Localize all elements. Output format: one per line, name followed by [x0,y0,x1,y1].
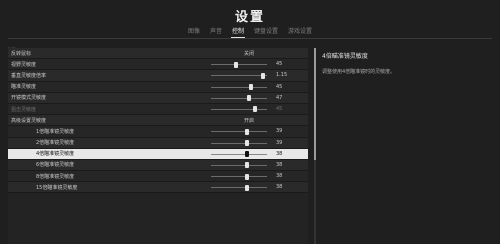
setting-value: 1.15 [276,72,288,79]
slider-handle[interactable] [244,184,249,191]
setting-value: 47 [276,94,283,101]
slider-track[interactable] [211,128,267,135]
setting-label: 6倍瞄准镜灵敏度 [36,162,75,169]
setting-row[interactable]: 狙击灵敏度 45 [8,103,308,116]
settings-tabs: 图像 声音 控制 键盘设置 游戏设置 [0,26,500,38]
setting-row[interactable]: 4倍瞄准镜灵敏度 38 [8,148,308,160]
setting-value: 45 [276,83,283,90]
setting-row[interactable]: 瞄准灵敏度 45 [8,81,308,93]
setting-row[interactable]: 垂直灵敏度倍率 1.15 [8,70,308,82]
page-title: 设置 [234,10,265,25]
setting-label: 15倍瞄准镜灵敏度 [36,184,78,191]
slider-track[interactable] [211,61,267,68]
setting-label: 8倍瞄准镜灵敏度 [36,173,75,180]
option-selector[interactable]: 开启 [244,117,254,124]
setting-value: 45 [276,106,283,113]
setting-label: 狙击灵敏度 [11,106,37,113]
slider-track[interactable] [211,184,267,191]
setting-row[interactable]: 反转鼠标 关闭 [8,48,308,60]
setting-row[interactable]: 1倍瞄准镜灵敏度 39 [8,126,308,138]
setting-label: 瞄准灵敏度 [11,84,37,91]
setting-value: 38 [276,173,283,180]
setting-value: 38 [276,150,283,157]
slider-track[interactable] [211,72,267,79]
settings-list: 反转鼠标 关闭视野灵敏度 45 垂直灵敏度倍率 1.15 瞄准灵敏度 45 开镜模式灵敏度 47… [8,48,308,244]
setting-label: 2倍瞄准镜灵敏度 [36,140,75,147]
tab-audio[interactable]: 声音 [209,26,223,38]
slider-handle[interactable] [245,140,250,146]
slider-handle[interactable] [244,173,249,180]
slider-handle[interactable] [245,128,250,135]
tab-graphics[interactable]: 图像 [187,26,201,38]
description-text: 调整使用4倍瞄准镜时的灵敏度。 [322,69,396,75]
option-selector[interactable]: 关闭 [244,50,254,57]
slider-handle[interactable] [247,95,252,102]
setting-row[interactable]: 8倍瞄准镜灵敏度 38 [8,171,308,183]
slider-track[interactable] [211,151,267,158]
header-divider [8,38,492,39]
setting-row[interactable]: 2倍瞄准镜灵敏度 39 [8,137,308,149]
setting-label: 高级设置灵敏度 [11,117,47,124]
slider-handle[interactable] [249,84,254,91]
slider-handle[interactable] [252,106,257,113]
description-title: 4倍瞄准镜灵敏度 [322,53,368,60]
setting-row[interactable]: 15倍瞄准镜灵敏度 38 [8,182,308,194]
setting-row[interactable]: 开镜模式灵敏度 47 [8,92,308,104]
setting-label: 反转鼠标 [11,50,32,57]
setting-row[interactable]: 高级设置灵敏度 开启 [8,115,308,127]
setting-label: 垂直灵敏度倍率 [11,72,47,79]
setting-label: 1倍瞄准镜灵敏度 [36,128,75,135]
scrollbar-thumb[interactable] [314,48,316,160]
setting-label: 开镜模式灵敏度 [11,95,47,102]
tab-controls[interactable]: 控制 [230,26,245,38]
slider-track[interactable] [211,173,267,180]
tab-game-settings[interactable]: 游戏设置 [287,26,313,38]
slider-track[interactable] [211,84,267,91]
setting-label: 视野灵敏度 [11,61,37,68]
setting-value: 45 [276,61,283,68]
setting-row[interactable]: 6倍瞄准镜灵敏度 38 [8,159,308,172]
slider-track[interactable] [211,140,267,146]
setting-row[interactable]: 视野灵敏度 45 [8,59,308,71]
slider-track[interactable] [211,106,267,113]
slider-track[interactable] [211,162,267,169]
slider-handle[interactable] [244,162,249,169]
setting-value: 38 [276,161,283,168]
slider-handle[interactable] [244,151,249,158]
setting-value: 39 [276,139,283,146]
setting-value: 39 [276,128,283,135]
tab-keybindings[interactable]: 键盘设置 [253,26,279,38]
slider-track[interactable] [211,95,267,102]
slider-handle[interactable] [234,61,239,68]
scrollbar[interactable] [314,48,316,244]
setting-value: 38 [276,184,283,191]
slider-handle[interactable] [260,72,265,79]
setting-label: 4倍瞄准镜灵敏度 [36,151,75,158]
